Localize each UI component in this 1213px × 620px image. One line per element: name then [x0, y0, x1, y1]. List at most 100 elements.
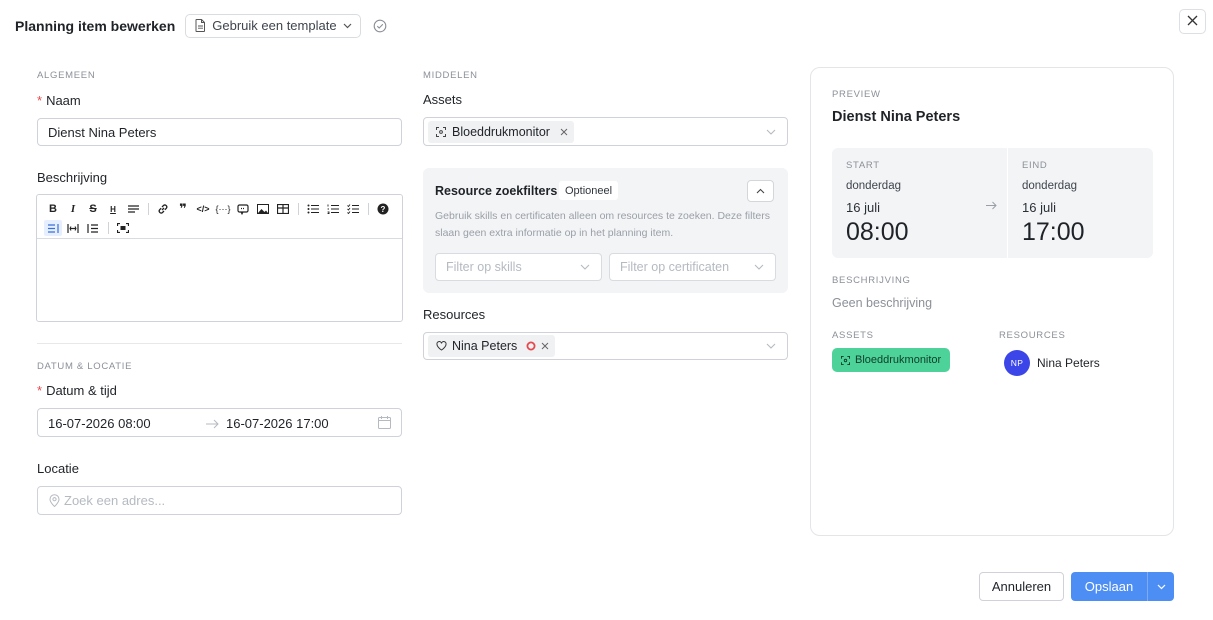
- resource-chip: Nina Peters: [428, 335, 556, 357]
- certificates-filter-select[interactable]: Filter op certificaten: [609, 253, 776, 281]
- chevron-down-icon: [343, 23, 352, 29]
- strikethrough-icon[interactable]: S: [84, 201, 102, 217]
- preview-resource-name: Nina Peters: [1037, 356, 1100, 370]
- link-icon[interactable]: [154, 201, 172, 217]
- chevron-up-icon: [756, 188, 765, 194]
- end-label: EIND: [1022, 160, 1048, 171]
- start-day: donderdag: [846, 180, 901, 192]
- task-list-icon[interactable]: [344, 201, 362, 217]
- section-divider: [37, 343, 402, 344]
- map-pin-icon: [49, 494, 60, 510]
- location-placeholder: Zoek een adres...: [64, 493, 166, 508]
- align-left-icon[interactable]: [44, 220, 62, 236]
- remove-resource-icon[interactable]: [541, 342, 549, 350]
- asset-chip-label: Bloeddrukmonitor: [452, 124, 550, 139]
- heart-icon: [436, 341, 447, 351]
- save-button[interactable]: Opslaan: [1071, 572, 1147, 601]
- location-search-input[interactable]: Zoek een adres...: [37, 486, 402, 515]
- document-icon: [195, 19, 206, 32]
- end-datetime-value[interactable]: 16-07-2026 17:00: [226, 416, 329, 431]
- preview-description-value: Geen beschrijving: [832, 296, 933, 310]
- assets-select[interactable]: Bloeddrukmonitor: [423, 117, 788, 146]
- chevron-down-icon: [1157, 584, 1166, 590]
- skills-filter-placeholder: Filter op skills: [446, 260, 522, 274]
- preview-label: PREVIEW: [832, 89, 881, 100]
- name-label: * Naam: [37, 93, 81, 108]
- resource-chip-label: Nina Peters: [452, 339, 518, 353]
- start-date: 16 juli: [846, 200, 880, 215]
- resources-select[interactable]: Nina Peters: [423, 332, 788, 360]
- editor-toolbar: B I S H ❞ </> {···} ?: [37, 195, 402, 239]
- toolbar-divider: [108, 222, 109, 234]
- avatar: NP: [1004, 350, 1030, 376]
- save-button-group: Opslaan: [1071, 572, 1174, 601]
- preview-asset-badge-label: Bloeddrukmonitor: [855, 354, 942, 366]
- numbered-list-icon[interactable]: [324, 201, 342, 217]
- save-options-button[interactable]: [1147, 572, 1174, 601]
- preview-assets-label: ASSETS: [832, 330, 874, 341]
- preview-resources-label: RESOURCES: [999, 330, 1066, 341]
- resources-section-label: MIDDELEN: [423, 70, 478, 81]
- table-icon[interactable]: [274, 201, 292, 217]
- end-day: donderdag: [1022, 180, 1077, 192]
- close-button[interactable]: [1179, 9, 1206, 34]
- preview-asset-badge: Bloeddrukmonitor: [832, 348, 951, 372]
- help-icon[interactable]: ?: [374, 201, 392, 217]
- arrow-right-icon: [986, 197, 997, 215]
- align-right-icon[interactable]: [84, 220, 102, 236]
- resource-search-filters-panel: Resource zoekfilters Optioneel Gebruik s…: [423, 168, 788, 293]
- name-label-text: Naam: [46, 93, 81, 108]
- filter-help-text: Gebruik skills en certificaten alleen om…: [435, 210, 770, 239]
- filter-panel-title: Resource zoekfilters: [435, 184, 558, 198]
- chevron-down-icon: [580, 264, 590, 270]
- skills-filter-select[interactable]: Filter op skills: [435, 253, 602, 281]
- start-time: 08:00: [846, 218, 909, 246]
- arrow-right-icon: [206, 417, 219, 432]
- italic-icon[interactable]: I: [64, 201, 82, 217]
- comment-icon[interactable]: [234, 201, 252, 217]
- preview-title: Dienst Nina Peters: [832, 109, 961, 125]
- quote-icon[interactable]: ❞: [174, 201, 192, 217]
- chevron-down-icon: [754, 264, 764, 270]
- modal-header: Planning item bewerken Gebruik een templ…: [15, 13, 387, 38]
- datetime-label-text: Datum & tijd: [46, 383, 117, 398]
- remove-asset-icon[interactable]: [560, 128, 568, 136]
- close-icon: [1187, 13, 1198, 31]
- datetime-label: * Datum & tijd: [37, 383, 117, 398]
- bold-icon[interactable]: B: [44, 201, 62, 217]
- align-center-icon[interactable]: [64, 220, 82, 236]
- collapse-filters-button[interactable]: [747, 180, 774, 202]
- heading-icon[interactable]: H: [104, 201, 122, 217]
- use-template-button[interactable]: Gebruik een template: [185, 13, 361, 38]
- toolbar-divider: [368, 203, 369, 215]
- rich-text-editor[interactable]: B I S H ❞ </> {···} ?: [36, 194, 403, 322]
- end-time: 17:00: [1022, 218, 1085, 246]
- toolbar-divider: [298, 203, 299, 215]
- code-block-icon[interactable]: {···}: [214, 201, 232, 217]
- use-template-label: Gebruik een template: [212, 18, 337, 33]
- description-label: Beschrijving: [37, 170, 108, 185]
- preview-end: EIND donderdag 16 juli 17:00: [1008, 148, 1153, 258]
- check-circle-icon[interactable]: [373, 19, 387, 33]
- end-date: 16 juli: [1022, 200, 1056, 215]
- start-datetime-value[interactable]: 16-07-2026 08:00: [48, 416, 151, 431]
- resources-label: Resources: [423, 307, 486, 322]
- datetime-range-picker[interactable]: 16-07-2026 08:00 16-07-2026 17:00: [37, 408, 402, 437]
- bullet-list-icon[interactable]: [304, 201, 322, 217]
- status-ring-icon: [526, 341, 536, 351]
- preview-start: START donderdag 16 juli 08:00: [832, 148, 1007, 258]
- asset-chip: Bloeddrukmonitor: [428, 120, 574, 143]
- chevron-down-icon: [766, 343, 776, 349]
- name-input[interactable]: Dienst Nina Peters: [37, 118, 402, 146]
- scan-icon: [436, 126, 446, 137]
- preview-description-label: BESCHRIJVING: [832, 275, 911, 286]
- svg-text:?: ?: [381, 205, 386, 214]
- image-icon[interactable]: [254, 201, 272, 217]
- text-size-icon[interactable]: [124, 201, 142, 217]
- fullscreen-icon[interactable]: [114, 220, 132, 236]
- code-icon[interactable]: </>: [194, 201, 212, 217]
- preview-card: PREVIEW Dienst Nina Peters START donderd…: [810, 67, 1174, 536]
- scan-icon: [841, 355, 850, 365]
- cancel-button[interactable]: Annuleren: [979, 572, 1064, 601]
- chevron-down-icon: [766, 129, 776, 135]
